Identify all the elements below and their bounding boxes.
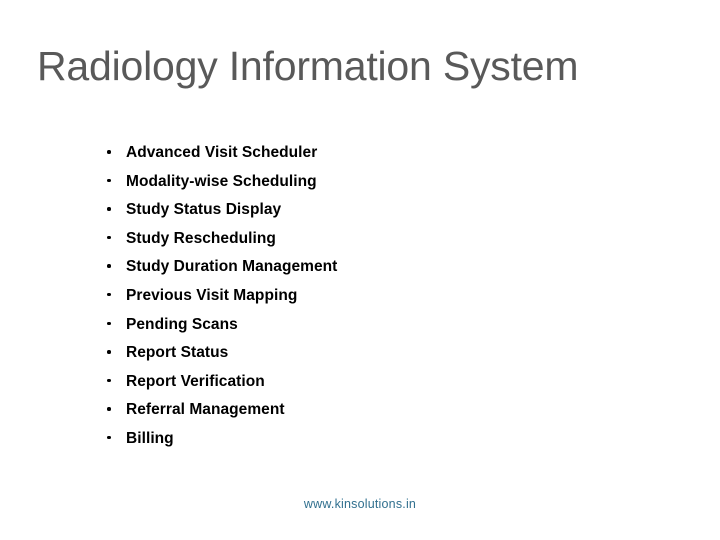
bullet-dot-icon bbox=[107, 235, 111, 240]
page-title: Radiology Information System bbox=[37, 43, 579, 89]
bullet-dot-icon bbox=[107, 378, 111, 383]
bullet-dot-icon bbox=[107, 435, 111, 440]
list-item: Previous Visit Mapping bbox=[100, 286, 620, 315]
bullet-dot-icon bbox=[107, 292, 111, 297]
list-item: Referral Management bbox=[100, 400, 620, 429]
bullet-dot-icon bbox=[107, 321, 111, 326]
list-item-label: Billing bbox=[126, 429, 174, 447]
presentation-slide: Radiology Information System Advanced Vi… bbox=[0, 0, 720, 540]
list-item-label: Previous Visit Mapping bbox=[126, 286, 298, 304]
list-item-label: Report Status bbox=[126, 344, 229, 362]
list-item-label: Study Duration Management bbox=[126, 258, 338, 276]
list-item-label: Modality-wise Scheduling bbox=[126, 172, 317, 190]
list-item-label: Referral Management bbox=[126, 401, 285, 419]
feature-bullet-list: Advanced Visit Scheduler Modality-wise S… bbox=[100, 143, 620, 458]
list-item: Billing bbox=[100, 429, 620, 458]
list-item: Pending Scans bbox=[100, 315, 620, 344]
bullet-dot-icon bbox=[107, 150, 111, 154]
bullet-dot-icon bbox=[107, 178, 111, 183]
list-item-label: Pending Scans bbox=[126, 315, 238, 333]
list-item: Modality-wise Scheduling bbox=[100, 172, 620, 201]
list-item-label: Study Rescheduling bbox=[126, 229, 276, 247]
list-item: Advanced Visit Scheduler bbox=[100, 143, 620, 172]
list-item: Report Verification bbox=[100, 372, 620, 401]
bullet-dot-icon bbox=[107, 207, 111, 211]
list-item-label: Study Status Display bbox=[126, 201, 282, 219]
footer-website-url[interactable]: www.kinsolutions.in bbox=[0, 496, 720, 512]
list-item: Study Duration Management bbox=[100, 257, 620, 286]
list-item: Study Status Display bbox=[100, 200, 620, 229]
bullet-dot-icon bbox=[107, 264, 111, 268]
bullet-dot-icon bbox=[107, 350, 111, 354]
list-item-label: Report Verification bbox=[126, 372, 265, 390]
list-item-label: Advanced Visit Scheduler bbox=[126, 144, 318, 161]
list-item: Study Rescheduling bbox=[100, 229, 620, 258]
bullet-dot-icon bbox=[107, 407, 111, 411]
list-item: Report Status bbox=[100, 343, 620, 372]
